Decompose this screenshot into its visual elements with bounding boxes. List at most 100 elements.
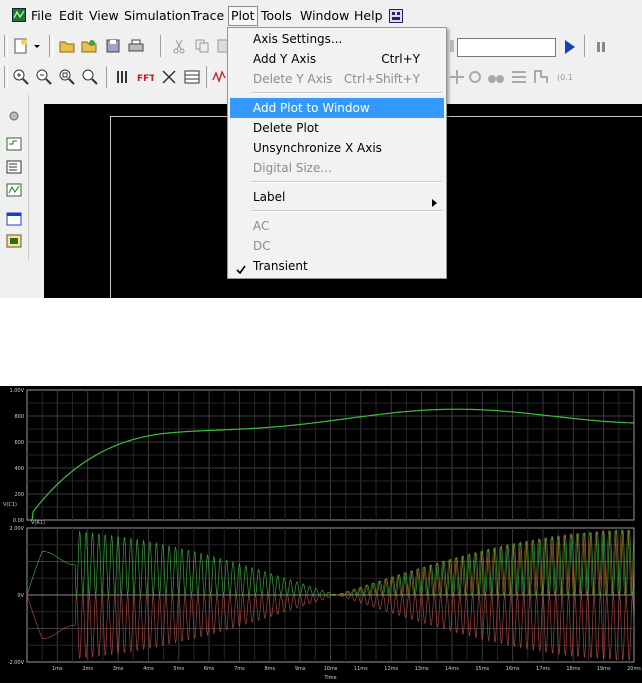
x-tick-label: 7ms [234, 666, 245, 672]
x-tick-label: 10ms [324, 666, 338, 672]
new-schematic-icon[interactable] [12, 37, 30, 55]
help-context-icon[interactable] [389, 9, 403, 23]
cursor-icon[interactable] [160, 68, 178, 86]
symbol-window-icon[interactable] [5, 158, 23, 176]
x-tick-label: 16ms [506, 666, 520, 672]
app-window: File Edit View Simulation Trace Plot Too… [0, 0, 642, 298]
app-icon[interactable] [12, 8, 26, 22]
y-tick-label-bottom: 2.00V [9, 526, 24, 532]
menu-separator [252, 181, 442, 183]
menu-plot[interactable]: Plot [228, 6, 258, 26]
waveform-icon[interactable] [212, 68, 226, 86]
menu-separator [252, 92, 442, 94]
binoculars-icon[interactable] [487, 68, 505, 86]
top-plot-grid [26, 389, 635, 521]
zoom-area-icon[interactable] [12, 68, 30, 86]
open-examples-icon[interactable] [80, 37, 98, 55]
menu-view[interactable]: View [87, 7, 121, 25]
menu-trace[interactable]: Trace [189, 7, 226, 25]
spice-directive-icon[interactable]: (0.1) [556, 68, 576, 86]
menu-item-axis-settings[interactable]: Axis Settings... [230, 29, 444, 49]
x-tick-label: 8ms [264, 666, 275, 672]
y-tick-label-top: 600 [14, 440, 24, 446]
y-tick-label-bottom: 0V [17, 593, 24, 599]
menu-item-add-y-axis[interactable]: Add Y Axis Ctrl+Y [230, 49, 444, 69]
x-axis-label: Time [323, 675, 336, 681]
x-tick-label: 19ms [597, 666, 611, 672]
menu-tools[interactable]: Tools [259, 7, 294, 25]
copy-icon[interactable] [193, 37, 211, 55]
menu-item-ac[interactable]: AC [230, 216, 444, 236]
x-tick-label: 2ms [82, 666, 93, 672]
label-icon[interactable] [532, 68, 550, 86]
x-tick-label: 18ms [566, 666, 580, 672]
pin-icon[interactable] [5, 107, 23, 125]
x-tick-label: 20ms [627, 666, 641, 672]
x-tick-label: 6ms [204, 666, 215, 672]
svg-text:(0.1): (0.1) [557, 73, 574, 82]
menu-bar: File Edit View Simulation Trace Plot Too… [0, 4, 642, 26]
y-tick-label-top: 200 [14, 492, 24, 498]
fft-icon[interactable]: FFT [136, 68, 156, 86]
menu-edit[interactable]: Edit [57, 7, 85, 25]
trace-legend-top: V(C1) [3, 502, 17, 508]
menu-window[interactable]: Window [298, 7, 351, 25]
x-tick-label: 14ms [445, 666, 459, 672]
menu-item-label[interactable]: Label [230, 187, 444, 207]
menu-item-add-plot-to-window[interactable]: Add Plot to Window [230, 98, 444, 118]
print-icon[interactable] [127, 37, 145, 55]
plot-window-icon[interactable] [5, 181, 23, 199]
zoom-out-icon[interactable] [35, 68, 53, 86]
svg-text:FFT: FFT [137, 74, 154, 84]
x-tick-label: 13ms [415, 666, 429, 672]
netlist-icon[interactable] [510, 68, 528, 86]
x-tick-label: 12ms [384, 666, 398, 672]
table-icon[interactable] [183, 68, 201, 86]
y-tick-label-top: 400 [14, 466, 24, 472]
checkmark-icon [236, 261, 246, 275]
probe-icon[interactable] [466, 68, 484, 86]
trace-legend-bottom: V(R1) [31, 520, 45, 526]
netlist-window-icon[interactable] [5, 210, 23, 228]
schematic-window-icon[interactable] [5, 135, 23, 153]
zoom-full-icon[interactable] [81, 68, 99, 86]
left-toolbar [0, 95, 29, 260]
menu-simulation[interactable]: Simulation [122, 7, 193, 25]
y-tick-label-top: 1.00V [9, 388, 24, 394]
x-tick-label: 9ms [295, 666, 306, 672]
zoom-fit-icon[interactable] [58, 68, 76, 86]
simulation-combo-box[interactable] [457, 38, 556, 57]
x-tick-label: 17ms [536, 666, 550, 672]
plot-menu-dropdown: Axis Settings... Add Y Axis Ctrl+Y Delet… [227, 27, 447, 279]
y-tick-label-bottom: -2.00V [8, 660, 25, 666]
menu-item-dc[interactable]: DC [230, 236, 444, 256]
save-icon[interactable] [104, 37, 122, 55]
y-tick-label-top: 800 [14, 414, 24, 420]
menu-item-delete-plot[interactable]: Delete Plot [230, 118, 444, 138]
waveform-canvas: 1.00V 800 600 400 200 0.00 V(C1) 2.00V 0V -2.00V V… [3, 388, 641, 681]
menu-help[interactable]: Help [352, 7, 385, 25]
x-tick-label: 5ms [173, 666, 184, 672]
bar-chart-icon[interactable] [114, 68, 132, 86]
menu-file[interactable]: File [29, 7, 54, 25]
y-tick-label-top: 0.00 [13, 518, 24, 524]
submenu-arrow-icon [432, 193, 438, 207]
menu-item-transient[interactable]: Transient [230, 256, 444, 276]
x-tick-label: 3ms [113, 666, 124, 672]
open-folder-icon[interactable] [58, 37, 76, 55]
x-tick-label: 4ms [143, 666, 154, 672]
menu-item-delete-y-axis[interactable]: Delete Y Axis Ctrl+Shift+Y [230, 69, 444, 89]
x-tick-label: 1ms [52, 666, 63, 672]
menu-item-unsynchronize-x-axis[interactable]: Unsynchronize X Axis [230, 138, 444, 158]
menu-separator [252, 210, 442, 212]
pause-icon[interactable] [592, 38, 610, 56]
x-tick-label: 11ms [354, 666, 368, 672]
run-icon[interactable] [561, 38, 579, 56]
waveform-plot-window[interactable]: 1.00V 800 600 400 200 0.00 V(C1) 2.00V 0V -2.00V V… [0, 386, 642, 683]
error-log-icon[interactable] [5, 232, 23, 250]
component-icon[interactable] [448, 68, 466, 86]
cut-icon[interactable] [170, 37, 188, 55]
dropdown-arrow-icon[interactable] [32, 37, 42, 55]
pan-icon[interactable] [450, 37, 456, 55]
menu-item-digital-size[interactable]: Digital Size... [230, 158, 444, 178]
